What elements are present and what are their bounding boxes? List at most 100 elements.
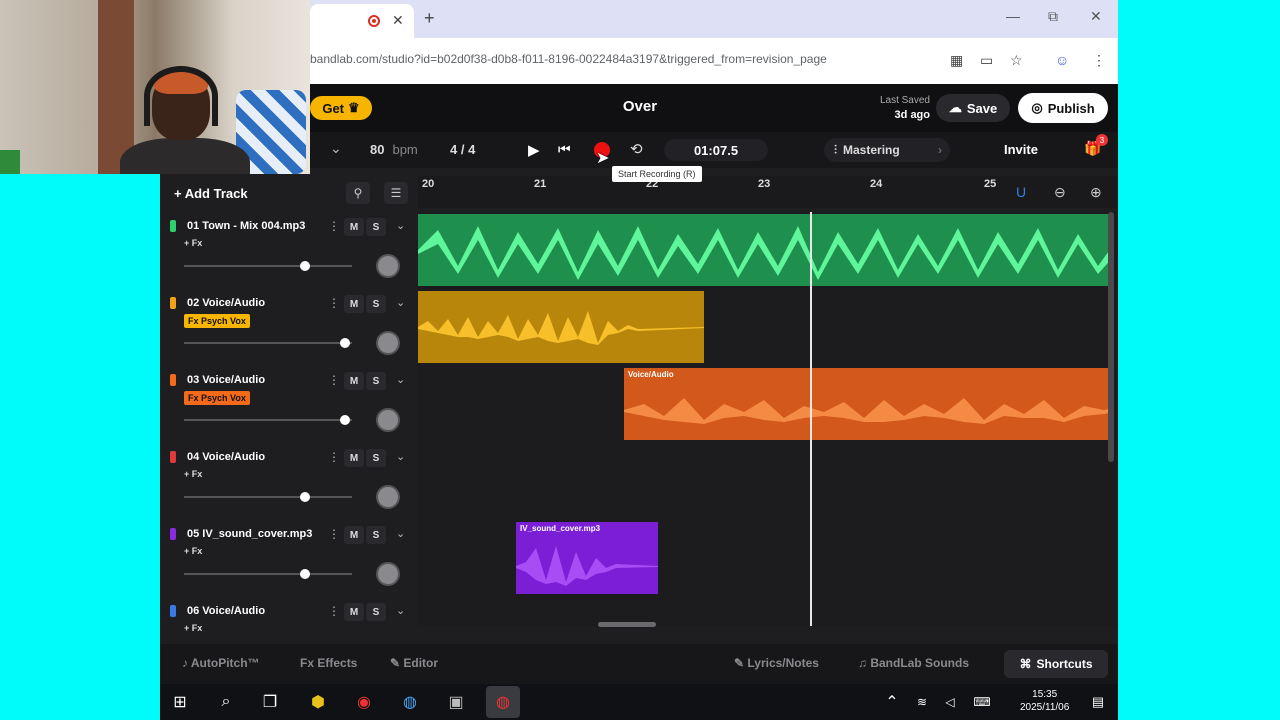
keyboard-icon[interactable]: ⌨	[970, 690, 994, 714]
browser-app-icon[interactable]: ◍	[398, 690, 422, 714]
project-title[interactable]: Over	[600, 98, 680, 115]
zoom-out-icon[interactable]: ⊖	[1054, 184, 1066, 201]
solo-button[interactable]: S	[366, 603, 386, 621]
volume-slider[interactable]	[184, 492, 352, 502]
profile-icon[interactable]: ☺	[1055, 52, 1069, 68]
play-button[interactable]: ▶	[528, 141, 540, 159]
track-header[interactable]: 03 Voice/Audio ⋮ M S ⌄ Fx Psych Vox	[160, 368, 418, 445]
volume-knob[interactable]	[340, 338, 350, 348]
shield-app-icon[interactable]: ⬢	[306, 690, 330, 714]
volume-slider[interactable]	[184, 338, 352, 348]
track-menu-icon[interactable]: ⋮	[328, 450, 340, 464]
track-menu-icon[interactable]: ⋮	[328, 296, 340, 310]
volume-icon[interactable]: ◁	[938, 690, 962, 714]
qr-icon[interactable]: ▦	[950, 52, 963, 69]
task-view-icon[interactable]: ❐	[258, 690, 282, 714]
menu-icon[interactable]: ⋮	[1092, 52, 1106, 69]
effects-button[interactable]: Fx Effects	[300, 656, 357, 670]
chevron-down-icon[interactable]: ⌄	[396, 373, 405, 386]
add-fx-button[interactable]: + Fx	[184, 238, 202, 248]
windows-start-icon[interactable]: ⊞	[168, 690, 192, 714]
add-track-button[interactable]: + Add Track	[174, 186, 248, 201]
track-header[interactable]: 02 Voice/Audio ⋮ M S ⌄ Fx Psych Vox	[160, 291, 418, 368]
chevron-down-icon[interactable]: ⌄	[396, 450, 405, 463]
shortcuts-button[interactable]: ⌘ Shortcuts	[1004, 650, 1108, 678]
mute-button[interactable]: M	[344, 603, 364, 621]
timeline-ruler[interactable]: 20 21 22 23 24 25 U ⊖ ⊕	[418, 176, 1118, 208]
invite-button[interactable]: Invite	[1004, 142, 1038, 157]
volume-knob[interactable]	[300, 569, 310, 579]
close-window-button[interactable]: ✕	[1090, 8, 1102, 25]
mute-button[interactable]: M	[344, 218, 364, 236]
tray-chevron-icon[interactable]: ⌃	[880, 690, 904, 714]
add-fx-button[interactable]: + Fx	[184, 623, 202, 633]
notification-icon[interactable]: ▤	[1086, 690, 1110, 714]
track-header[interactable]: 01 Town - Mix 004.mp3 ⋮ M S ⌄ + Fx	[160, 214, 418, 291]
tempo-display[interactable]: 80 bpm	[370, 142, 418, 157]
pan-knob[interactable]	[376, 562, 400, 586]
chevron-down-icon[interactable]: ⌄	[396, 219, 405, 232]
volume-knob[interactable]	[300, 261, 310, 271]
add-fx-button[interactable]: + Fx	[184, 469, 202, 479]
new-tab-button[interactable]: +	[424, 8, 435, 29]
track-name[interactable]: 06 Voice/Audio	[187, 605, 265, 617]
mute-button[interactable]: M	[344, 372, 364, 390]
chevron-down-icon[interactable]: ⌄	[330, 140, 342, 157]
minimize-button[interactable]: —	[1006, 8, 1020, 24]
time-signature[interactable]: 4 / 4	[450, 142, 475, 157]
get-button[interactable]: Get ♛	[310, 96, 372, 120]
audio-clip[interactable]	[418, 214, 1114, 286]
add-fx-button[interactable]: + Fx	[184, 546, 202, 556]
volume-slider[interactable]	[184, 415, 352, 425]
autopitch-button[interactable]: ♪ AutoPitch™	[182, 656, 260, 670]
skip-back-button[interactable]: ⏮	[558, 141, 571, 158]
solo-button[interactable]: S	[366, 526, 386, 544]
solo-button[interactable]: S	[366, 295, 386, 313]
track-menu-icon[interactable]: ⋮	[328, 604, 340, 618]
lyrics-notes-button[interactable]: ✎ Lyrics/Notes	[734, 656, 819, 670]
horizontal-scrollbar[interactable]	[598, 622, 656, 627]
track-name[interactable]: 01 Town - Mix 004.mp3	[187, 220, 305, 232]
mute-button[interactable]: M	[344, 449, 364, 467]
track-header[interactable]: 05 IV_sound_cover.mp3 ⋮ M S ⌄ + Fx	[160, 522, 418, 599]
browser-tab[interactable]: ✕	[310, 4, 414, 38]
pan-knob[interactable]	[376, 254, 400, 278]
audio-clip[interactable]	[418, 291, 704, 363]
volume-slider[interactable]	[184, 261, 352, 271]
track-menu-icon[interactable]: ⋮	[328, 219, 340, 233]
track-name[interactable]: 04 Voice/Audio	[187, 451, 265, 463]
solo-button[interactable]: S	[366, 218, 386, 236]
save-button[interactable]: ☁ Save	[936, 94, 1010, 122]
recorder-app-icon[interactable]: ◉	[352, 690, 376, 714]
tab-close-button[interactable]: ✕	[392, 12, 404, 29]
fx-preset-tag[interactable]: Fx Psych Vox	[184, 314, 250, 328]
solo-button[interactable]: S	[366, 449, 386, 467]
loop-icon[interactable]: ⟲	[630, 140, 643, 158]
track-menu-icon[interactable]: ⋮	[328, 373, 340, 387]
star-icon[interactable]: ☆	[1010, 52, 1023, 69]
playhead[interactable]	[810, 212, 812, 626]
magnet-icon[interactable]: U	[1016, 184, 1026, 200]
mute-button[interactable]: M	[344, 526, 364, 544]
track-menu-icon[interactable]: ⋮	[328, 527, 340, 541]
chevron-down-icon[interactable]: ⌄	[396, 527, 405, 540]
pan-knob[interactable]	[376, 485, 400, 509]
maximize-button[interactable]: ⧉	[1048, 8, 1058, 25]
vertical-scrollbar[interactable]	[1108, 212, 1114, 462]
mastering-button[interactable]: ⫶ Mastering ›	[824, 138, 950, 162]
track-name[interactable]: 05 IV_sound_cover.mp3	[187, 528, 312, 540]
zoom-in-icon[interactable]: ⊕	[1090, 184, 1102, 201]
publish-button[interactable]: ◎ Publish	[1018, 93, 1108, 123]
fx-preset-tag[interactable]: Fx Psych Vox	[184, 391, 250, 405]
video-app-icon[interactable]: ▣	[444, 690, 468, 714]
cast-icon[interactable]: ▭	[980, 52, 993, 69]
editor-button[interactable]: ✎ Editor	[390, 656, 438, 670]
volume-slider[interactable]	[184, 569, 352, 579]
clock[interactable]: 15:35 2025/11/06	[1020, 688, 1069, 714]
volume-knob[interactable]	[340, 415, 350, 425]
track-header[interactable]: 06 Voice/Audio ⋮ M S ⌄ + Fx	[160, 599, 418, 639]
chevron-down-icon[interactable]: ⌄	[396, 604, 405, 617]
track-name[interactable]: 03 Voice/Audio	[187, 374, 265, 386]
audio-clip[interactable]: IV_sound_cover.mp3	[516, 522, 658, 594]
search-icon[interactable]: ⌕	[214, 690, 238, 714]
